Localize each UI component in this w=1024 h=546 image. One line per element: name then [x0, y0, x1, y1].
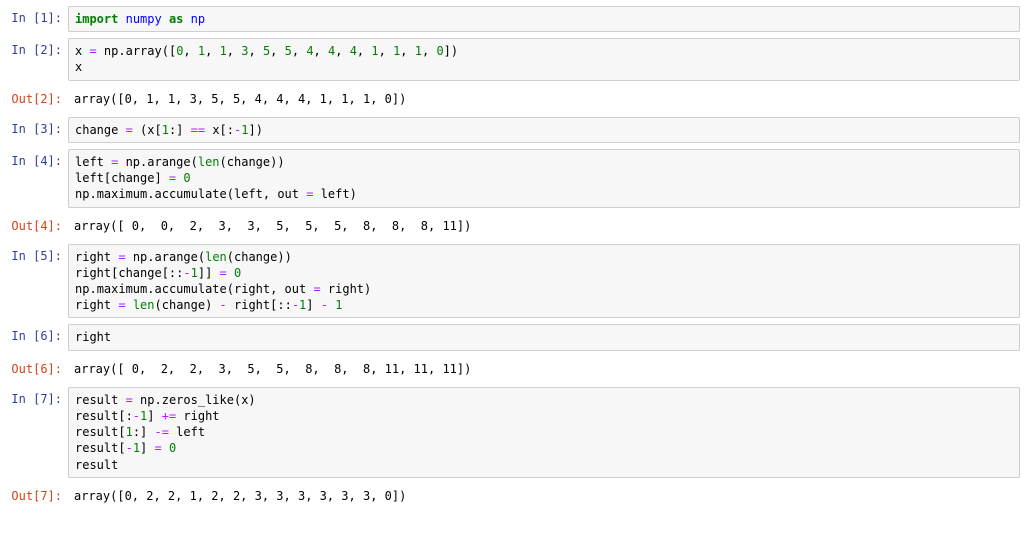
- in-prompt: In [6]:: [4, 324, 68, 344]
- output-text: array([0, 2, 2, 1, 2, 2, 3, 3, 3, 3, 3, …: [68, 484, 1020, 508]
- in-prompt: In [5]:: [4, 244, 68, 264]
- cell-7-out: Out[7]: array([0, 2, 2, 1, 2, 2, 3, 3, 3…: [4, 484, 1020, 508]
- output-text: array([ 0, 2, 2, 3, 5, 5, 8, 8, 8, 11, 1…: [68, 357, 1020, 381]
- cell-6-out: Out[6]: array([ 0, 2, 2, 3, 5, 5, 8, 8, …: [4, 357, 1020, 381]
- code-input[interactable]: left = np.arange(len(change)) left[chang…: [68, 149, 1020, 208]
- cell-2: In [2]: x = np.array([0, 1, 1, 3, 5, 5, …: [4, 38, 1020, 80]
- out-prompt: Out[6]:: [4, 357, 68, 377]
- code-input[interactable]: right = np.arange(len(change)) right[cha…: [68, 244, 1020, 319]
- in-prompt: In [7]:: [4, 387, 68, 407]
- cell-7: In [7]: result = np.zeros_like(x) result…: [4, 387, 1020, 478]
- in-prompt: In [4]:: [4, 149, 68, 169]
- cell-4: In [4]: left = np.arange(len(change)) le…: [4, 149, 1020, 208]
- cell-4-out: Out[4]: array([ 0, 0, 2, 3, 3, 5, 5, 5, …: [4, 214, 1020, 238]
- cell-6: In [6]: right: [4, 324, 1020, 350]
- output-text: array([ 0, 0, 2, 3, 3, 5, 5, 5, 8, 8, 8,…: [68, 214, 1020, 238]
- code-input[interactable]: import numpy as np: [68, 6, 1020, 32]
- in-prompt: In [2]:: [4, 38, 68, 58]
- code-input[interactable]: result = np.zeros_like(x) result[:-1] +=…: [68, 387, 1020, 478]
- output-text: array([0, 1, 1, 3, 5, 5, 4, 4, 4, 1, 1, …: [68, 87, 1020, 111]
- code-input[interactable]: right: [68, 324, 1020, 350]
- cell-2-out: Out[2]: array([0, 1, 1, 3, 5, 5, 4, 4, 4…: [4, 87, 1020, 111]
- code-input[interactable]: change = (x[1:] == x[:-1]): [68, 117, 1020, 143]
- cell-1: In [1]: import numpy as np: [4, 6, 1020, 32]
- out-prompt: Out[4]:: [4, 214, 68, 234]
- cell-5: In [5]: right = np.arange(len(change)) r…: [4, 244, 1020, 319]
- cell-3: In [3]: change = (x[1:] == x[:-1]): [4, 117, 1020, 143]
- in-prompt: In [1]:: [4, 6, 68, 26]
- out-prompt: Out[2]:: [4, 87, 68, 107]
- code-input[interactable]: x = np.array([0, 1, 1, 3, 5, 5, 4, 4, 4,…: [68, 38, 1020, 80]
- in-prompt: In [3]:: [4, 117, 68, 137]
- out-prompt: Out[7]:: [4, 484, 68, 504]
